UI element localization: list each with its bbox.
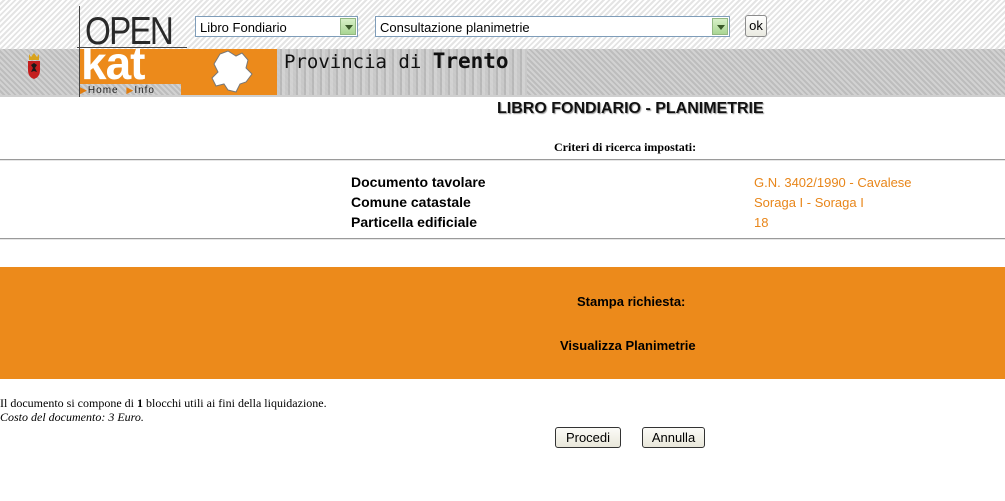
divider-bottom [0,238,1005,240]
criteria-value-document: G.N. 3402/1990 - Cavalese [754,175,912,190]
nav-info-label: Info [134,85,155,96]
triangle-right-icon: ▶ [80,85,88,95]
function-select-value: Consultazione planimetrie [380,20,530,35]
document-blocks-text: Il documento si compone di 1 blocchi uti… [0,396,327,410]
document-info: Il documento si compone di 1 blocchi uti… [0,396,327,424]
logo-rule-horizontal [77,47,187,48]
province-prefix: Provincia di [284,51,433,73]
province-title: Provincia di Trento [284,49,509,73]
nav-home-link[interactable]: ▶Home [80,85,119,96]
ok-button[interactable]: ok [745,15,767,37]
print-request-value: Visualizza Planimetrie [560,338,696,353]
criteria-label-particella: Particella edificiale [351,214,478,230]
header-nav: ▶Home ▶Info [80,85,159,96]
proceed-button[interactable]: Procedi [555,427,621,448]
logo-rule-vertical [79,6,80,97]
openkat-logo: OPEN kat [77,6,187,97]
document-blocks-prefix: Il documento si compone di [0,396,137,410]
document-blocks-suffix: blocchi utili ai fini della liquidazione… [142,396,327,410]
criteria-value-comune: Soraga I - Soraga I [754,195,864,210]
cancel-button[interactable]: Annulla [642,427,705,448]
criteria-label-comune: Comune catastale [351,194,471,210]
nav-info-link[interactable]: ▶Info [126,85,155,96]
province-name: Trento [432,49,509,73]
criteria-label-document: Documento tavolare [351,174,486,190]
chevron-down-icon[interactable] [340,18,356,35]
header: OPEN kat ▶Home ▶Info Provincia di Trento… [0,0,1005,97]
document-cost: Costo del documento: 3 Euro. [0,410,144,424]
criteria-value-particella: 18 [754,215,769,230]
divider-top [0,159,1005,161]
print-request-panel [0,267,1005,379]
trentino-map-icon [211,50,253,93]
chevron-down-icon[interactable] [712,18,728,35]
criteria-heading: Criteri di ricerca impostati: [554,140,697,154]
function-select[interactable]: Consultazione planimetrie [375,16,730,37]
print-request-label: Stampa richiesta: [577,294,686,309]
coat-of-arms-icon [28,53,40,79]
page-title: LIBRO FONDIARIO - PLANIMETRIE [497,100,764,117]
area-select-value: Libro Fondiario [200,20,287,35]
nav-home-label: Home [87,85,119,96]
area-select[interactable]: Libro Fondiario [195,16,358,37]
